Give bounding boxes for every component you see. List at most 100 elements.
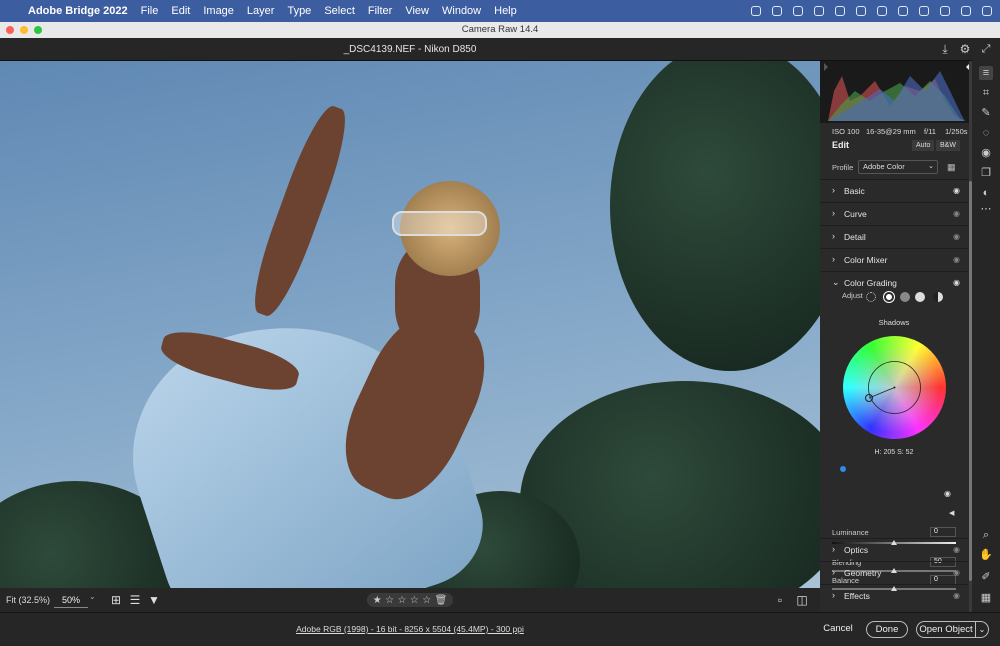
- wifi-icon[interactable]: [898, 6, 908, 16]
- filter-icon[interactable]: ▼: [147, 593, 161, 607]
- before-after-icon[interactable]: ◫: [795, 593, 809, 607]
- masking-icon[interactable]: ◌: [979, 126, 993, 140]
- play-icon[interactable]: [856, 6, 866, 16]
- star-icon[interactable]: ☆: [422, 595, 431, 606]
- shield-icon[interactable]: [772, 6, 782, 16]
- search-icon[interactable]: [940, 6, 950, 16]
- menu-extras-icon[interactable]: [982, 6, 992, 16]
- cancel-button[interactable]: Cancel: [816, 621, 860, 638]
- sort-icon[interactable]: ☰: [128, 593, 142, 607]
- shutter-value: 1/250s: [945, 127, 968, 136]
- chevron-down-icon: ⌄: [928, 163, 934, 170]
- gear-icon[interactable]: ⚙: [958, 43, 972, 55]
- section-effects[interactable]: › Effects ◉: [820, 584, 968, 607]
- chevron-right-icon: ›: [832, 231, 835, 241]
- section-basic[interactable]: › Basic ◉: [820, 179, 968, 202]
- midtones-view-icon[interactable]: [900, 292, 910, 302]
- edit-sliders-icon[interactable]: ≡: [979, 66, 993, 80]
- luminance-label: Luminance: [832, 528, 869, 537]
- eye-icon[interactable]: ◉: [953, 278, 960, 287]
- star-icon[interactable]: ★: [373, 595, 382, 606]
- battery-icon[interactable]: [877, 6, 887, 16]
- chevron-down-icon: ⌄: [832, 277, 840, 287]
- menu-image[interactable]: Image: [203, 5, 234, 17]
- fit-zoom-button[interactable]: Fit (32.5%): [6, 588, 50, 612]
- three-way-view-icon[interactable]: [866, 292, 876, 302]
- open-object-button[interactable]: Open Object: [916, 621, 976, 638]
- zoom-icon[interactable]: ⌕: [979, 528, 993, 542]
- shadows-view-icon[interactable]: [884, 292, 894, 302]
- filmstrip-icon[interactable]: ⊞: [109, 593, 123, 607]
- zoom-window-button[interactable]: [34, 26, 42, 34]
- eye-icon[interactable]: ◉: [953, 209, 960, 218]
- single-view-icon[interactable]: ▫: [773, 593, 787, 607]
- fullscreen-icon[interactable]: ⤢: [979, 42, 993, 56]
- done-button[interactable]: Done: [866, 621, 908, 638]
- open-options-chevron-icon[interactable]: ⌄: [975, 621, 989, 638]
- workflow-options-link[interactable]: Adobe RGB (1998) - 16 bit - 8256 x 5504 …: [0, 613, 820, 645]
- adjust-label: Adjust: [842, 291, 863, 300]
- eye-icon[interactable]: ◉: [953, 232, 960, 241]
- eye-icon[interactable]: ◉: [953, 186, 960, 195]
- user-icon[interactable]: [961, 6, 971, 16]
- section-geometry[interactable]: › Geometry ◉: [820, 561, 968, 584]
- star-icon[interactable]: ☆: [410, 595, 419, 606]
- grid-icon[interactable]: ▦: [979, 591, 993, 605]
- minimize-window-button[interactable]: [20, 26, 28, 34]
- wheel-overlay: [865, 361, 921, 414]
- timer-icon[interactable]: [835, 6, 845, 16]
- eye-icon[interactable]: ◉: [953, 591, 960, 600]
- menu-view[interactable]: View: [405, 5, 429, 17]
- save-image-icon[interactable]: ⤓: [938, 43, 952, 55]
- profile-browser-icon[interactable]: ▦: [947, 162, 957, 172]
- eye-icon[interactable]: ◉: [944, 489, 951, 498]
- caret-left-icon[interactable]: ◀: [949, 509, 954, 517]
- shadows-color-wheel[interactable]: [843, 336, 946, 439]
- menu-select[interactable]: Select: [324, 5, 355, 17]
- section-detail[interactable]: › Detail ◉: [820, 225, 968, 248]
- highlights-view-icon[interactable]: [915, 292, 925, 302]
- more-icon[interactable]: ⋯: [979, 202, 993, 216]
- history-icon[interactable]: [814, 6, 824, 16]
- presets-icon[interactable]: ◐: [979, 186, 993, 200]
- section-optics[interactable]: › Optics ◉: [820, 538, 968, 561]
- chevron-down-icon[interactable]: ⌄: [89, 592, 96, 601]
- tray-app-icon[interactable]: [751, 6, 761, 16]
- section-curve[interactable]: › Curve ◉: [820, 202, 968, 225]
- menu-file[interactable]: File: [141, 5, 159, 17]
- auto-button[interactable]: Auto: [912, 140, 935, 151]
- close-window-button[interactable]: [6, 26, 14, 34]
- image-preview[interactable]: [0, 61, 820, 588]
- section-color-mixer[interactable]: › Color Mixer ◉: [820, 248, 968, 271]
- clock-icon[interactable]: [793, 6, 803, 16]
- histogram: [820, 61, 972, 123]
- menu-window[interactable]: Window: [442, 5, 481, 17]
- menu-filter[interactable]: Filter: [368, 5, 392, 17]
- red-eye-icon[interactable]: ◉: [979, 146, 993, 160]
- profile-select[interactable]: Adobe Color ⌄: [858, 160, 938, 174]
- menu-layer[interactable]: Layer: [247, 5, 275, 17]
- hue-handle[interactable]: [840, 466, 846, 472]
- menu-help[interactable]: Help: [494, 5, 517, 17]
- hand-icon[interactable]: ✋: [979, 548, 993, 562]
- healing-icon[interactable]: ✎: [979, 106, 993, 120]
- snapshots-icon[interactable]: ❐: [979, 166, 993, 180]
- star-icon[interactable]: ☆: [385, 595, 394, 606]
- eye-icon[interactable]: ◉: [953, 545, 960, 554]
- bw-button[interactable]: B&W: [936, 140, 960, 151]
- app-menu[interactable]: Adobe Bridge 2022: [28, 5, 128, 17]
- eye-icon[interactable]: ◉: [953, 568, 960, 577]
- control-center-icon[interactable]: [919, 6, 929, 16]
- star-icon[interactable]: ☆: [397, 595, 406, 606]
- menu-type[interactable]: Type: [287, 5, 311, 17]
- trash-icon[interactable]: 🗑: [435, 595, 448, 606]
- luminance-value[interactable]: 0: [930, 527, 956, 537]
- chevron-right-icon: ›: [832, 254, 835, 264]
- menu-edit[interactable]: Edit: [171, 5, 190, 17]
- zoom-level-field[interactable]: 50%: [54, 592, 88, 608]
- global-view-icon[interactable]: [933, 292, 943, 302]
- sampler-icon[interactable]: ✐: [979, 570, 993, 584]
- crop-icon[interactable]: ⌗: [979, 86, 993, 100]
- eye-icon[interactable]: ◉: [953, 255, 960, 264]
- lens-value: 16-35@29 mm: [866, 127, 916, 136]
